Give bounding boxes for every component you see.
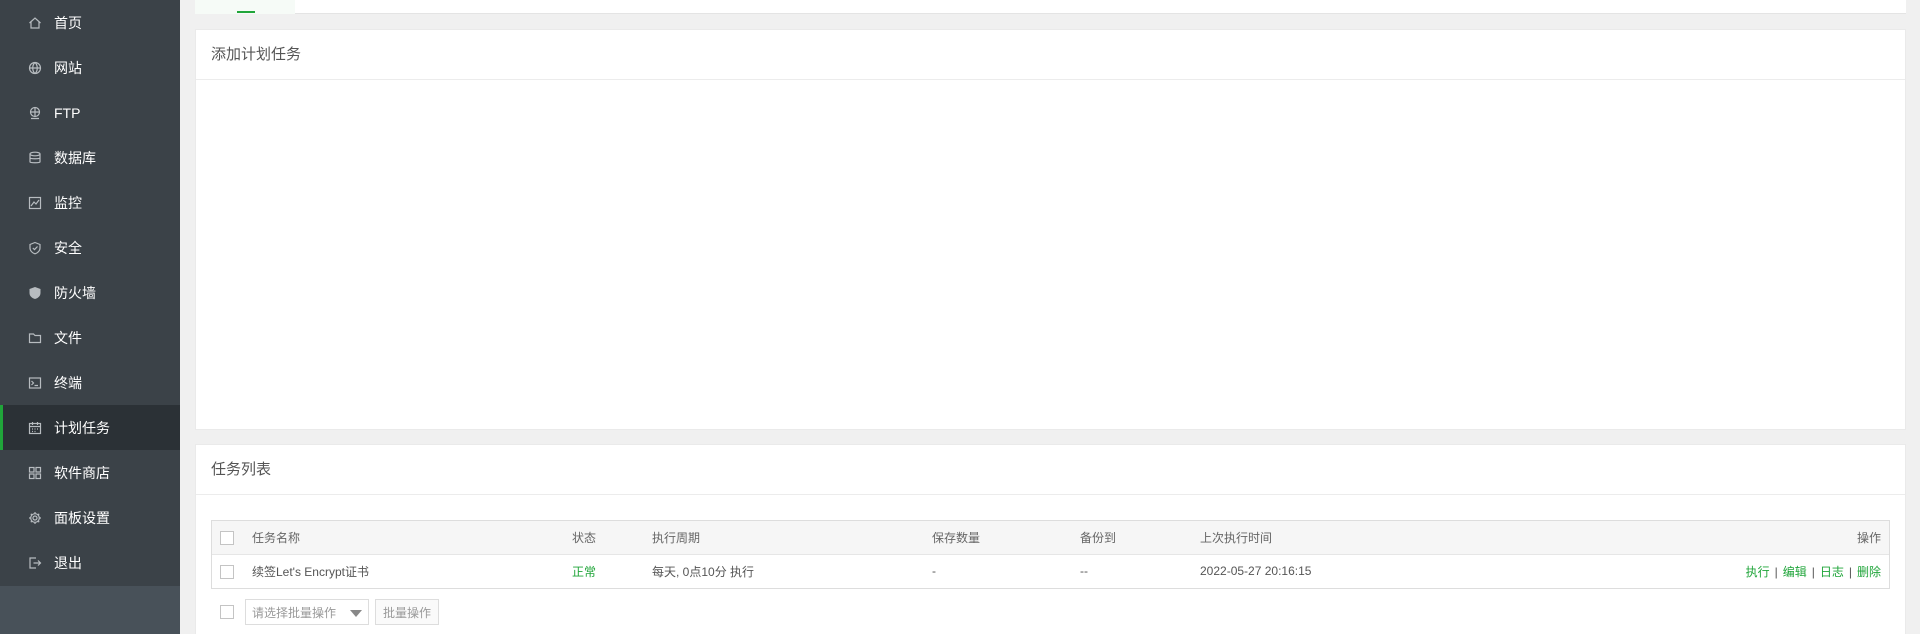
separator: | [1848,564,1852,579]
separator: | [1811,564,1815,579]
home-icon [28,16,42,30]
task-status[interactable]: 正常 [572,553,652,588]
log-link[interactable]: 日志 [1820,565,1844,579]
sidebar: 首页 网站 FTP 数据库 监控 安全 防火墙 文件 终端 计划任务 软件商店 … [0,0,180,634]
status-text[interactable]: 正常 [572,565,596,579]
sidebar-item-label: 面板设置 [54,509,110,526]
database-icon [28,151,42,165]
calendar-icon [28,421,42,435]
sidebar-item-label: 计划任务 [54,419,110,436]
sidebar-item-firewall[interactable]: 防火墙 [0,270,180,315]
separator: | [1774,564,1778,579]
sidebar-item-label: 文件 [54,329,82,346]
column-header: 操作 [1856,530,1881,545]
delete-link[interactable]: 删除 [1857,565,1881,579]
terminal-icon [28,376,42,390]
sidebar-item-files[interactable]: 文件 [0,315,180,360]
batch-operation-select[interactable]: 请选择批量操作 [245,599,369,625]
shield-icon [28,241,42,255]
sidebar-item-logout[interactable]: 退出 [0,540,180,585]
column-header: 任务名称 [252,530,301,545]
table-header-row: 任务名称 状态 执行周期 保存数量 备份到 上次执行时间 操作 [212,521,1889,554]
tab-active[interactable] [195,0,295,14]
sidebar-item-app-store[interactable]: 软件商店 [0,450,180,495]
folder-icon [28,331,42,345]
sidebar-item-label: 软件商店 [54,464,110,481]
task-name: 续签Let's Encrypt证书 [252,553,572,588]
sidebar-menu: 首页 网站 FTP 数据库 监控 安全 防火墙 文件 终端 计划任务 软件商店 … [0,0,180,585]
sidebar-item-panel-settings[interactable]: 面板设置 [0,495,180,540]
sidebar-item-home[interactable]: 首页 [0,0,180,45]
sidebar-item-label: 数据库 [54,149,96,166]
sidebar-item-label: 网站 [54,59,82,76]
task-list-panel: 任务列表 任务名称 状态 执行周期 保存数量 备份到 上次执行时间 操作 续签L… [195,444,1906,634]
firewall-icon [28,286,42,300]
column-header: 状态 [572,530,597,545]
sidebar-item-terminal[interactable]: 终端 [0,360,180,405]
column-header: 执行周期 [652,530,701,545]
sidebar-item-label: 首页 [54,14,82,31]
task-backup-to: -- [1080,553,1200,588]
sidebar-footer [0,586,180,634]
task-list-title: 任务列表 [196,445,1905,495]
globe-icon [28,61,42,75]
task-cycle: 每天, 0点10分 执行 [652,553,932,588]
sidebar-item-label: 退出 [54,554,82,571]
table-row: 续签Let's Encrypt证书 正常 每天, 0点10分 执行 - -- 2… [212,553,1889,588]
ftp-icon [28,106,42,120]
monitor-icon [28,196,42,210]
sidebar-item-ftp[interactable]: FTP [0,90,180,135]
chevron-down-icon [350,610,362,617]
sidebar-item-website[interactable]: 网站 [0,45,180,90]
batch-operation-bar: 请选择批量操作 批量操作 [211,599,440,625]
row-checkbox[interactable] [220,564,234,579]
sidebar-item-label: 终端 [54,374,82,391]
batch-select-all-checkbox[interactable] [220,605,234,619]
sidebar-item-scheduled-tasks[interactable]: 计划任务 [0,405,180,450]
gear-icon [28,511,42,525]
edit-link[interactable]: 编辑 [1783,565,1807,579]
column-header: 上次执行时间 [1200,530,1273,545]
sidebar-item-label: 监控 [54,194,82,211]
grid-icon [28,466,42,480]
sidebar-item-label: 安全 [54,239,82,256]
column-header: 备份到 [1080,530,1117,545]
execute-link[interactable]: 执行 [1746,565,1770,579]
task-keep-count: - [932,553,1080,588]
task-table: 任务名称 状态 执行周期 保存数量 备份到 上次执行时间 操作 续签Let's … [211,520,1890,589]
sidebar-item-monitor[interactable]: 监控 [0,180,180,225]
add-task-panel: 添加计划任务 [195,29,1906,430]
sidebar-item-label: 防火墙 [54,284,96,301]
sidebar-item-database[interactable]: 数据库 [0,135,180,180]
batch-operation-button[interactable]: 批量操作 [375,599,440,625]
add-task-title: 添加计划任务 [196,30,1905,80]
select-all-checkbox[interactable] [220,530,234,545]
column-header: 保存数量 [932,530,981,545]
sidebar-item-label: FTP [54,104,81,121]
task-actions: 执行 | 编辑 | 日志 | 删除 [1500,553,1889,588]
logout-icon [28,556,42,570]
sidebar-item-security[interactable]: 安全 [0,225,180,270]
task-last-run: 2022-05-27 20:16:15 [1200,553,1500,588]
top-tab-bar [195,0,1906,14]
batch-select-placeholder: 请选择批量操作 [252,605,337,620]
